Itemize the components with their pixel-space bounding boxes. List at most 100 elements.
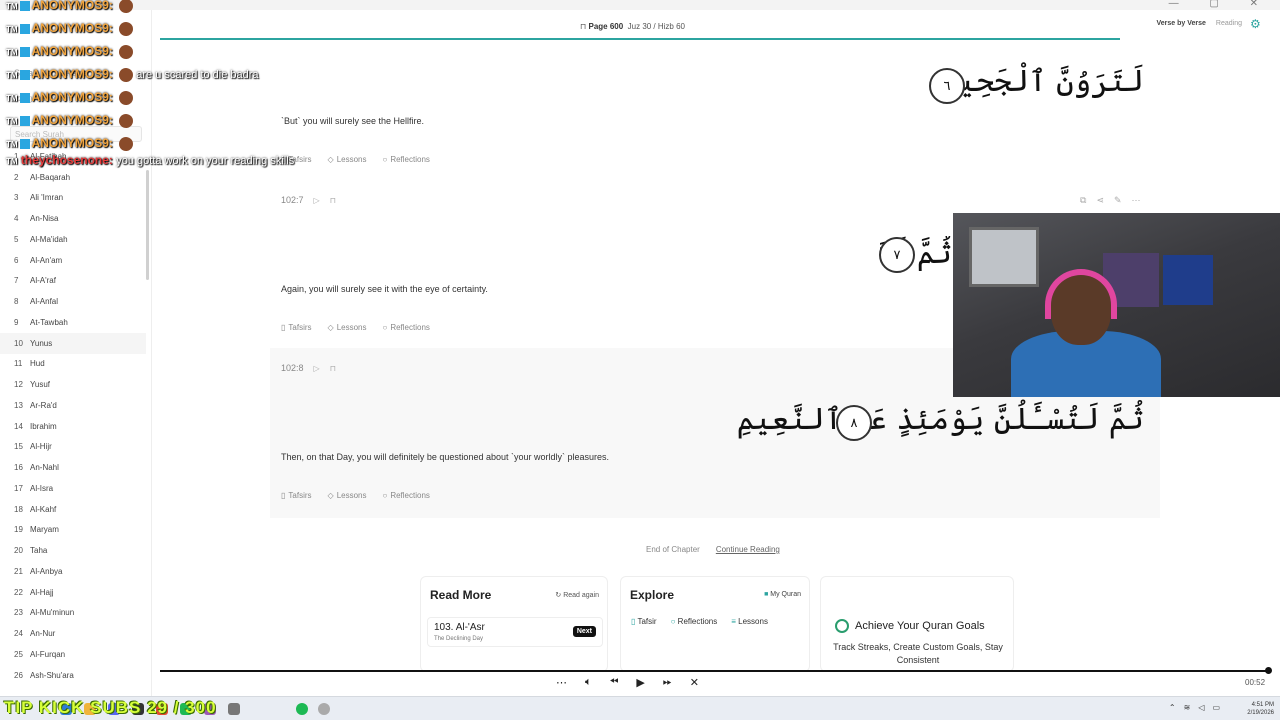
clock[interactable]: 4:51 PM 2/19/2026 xyxy=(1247,701,1274,717)
sidebar-item-an-nahl[interactable]: 16 An-Nahl xyxy=(0,457,146,478)
surah-number: 18 xyxy=(14,504,23,514)
bookmark-icon[interactable]: ⊓ xyxy=(330,196,336,205)
surah-number: 12 xyxy=(14,380,23,390)
tafsirs-link[interactable]: ▯ Tafsirs xyxy=(281,323,312,332)
more-icon[interactable]: ⋯ xyxy=(1132,195,1141,206)
sidebar-item-hud[interactable]: 11 Hud xyxy=(0,354,146,375)
lessons-link[interactable]: ◇ Lessons xyxy=(328,155,367,164)
surah-number: 23 xyxy=(14,608,23,618)
sidebar-item-al-furqan[interactable]: 25 Al-Furqan xyxy=(0,644,146,665)
chat-message: TM ANONYMOS9: xyxy=(6,0,133,13)
sidebar-item-al-an-am[interactable]: 6 Al-An'am xyxy=(0,250,146,271)
emote-icon xyxy=(118,21,133,36)
surah-name: Ar-Ra'd xyxy=(30,400,57,410)
spotify-icon[interactable] xyxy=(296,703,308,715)
more-options-icon[interactable]: ⋯ xyxy=(556,676,567,689)
sidebar-item-al-hajj[interactable]: 22 Al-Hajj xyxy=(0,582,146,603)
next-surah-title: 103. Al-'Asr xyxy=(434,622,485,633)
book-icon: ▯ xyxy=(281,491,286,500)
reflections-link[interactable]: ○ Reflections xyxy=(382,155,429,164)
verse-number[interactable]: 102:8 xyxy=(281,363,304,373)
sidebar-item-at-tawbah[interactable]: 9 At-Tawbah xyxy=(0,312,146,333)
surah-number: 17 xyxy=(14,483,23,493)
volume-icon[interactable]: 🔈︎ xyxy=(585,676,592,689)
rewind-icon[interactable]: ⏪︎ xyxy=(610,676,619,689)
next-surah-item[interactable]: 103. Al-'Asr The Declining Day Next xyxy=(427,617,603,647)
badge-icon: TM xyxy=(6,117,18,126)
sidebar-item-maryam[interactable]: 19 Maryam xyxy=(0,520,146,541)
battery-icon[interactable]: ▭ xyxy=(1212,703,1220,712)
book-icon: ▯ xyxy=(281,323,286,332)
sidebar-item-yunus[interactable]: 10 Yunus xyxy=(0,332,146,354)
sidebar-item-al-anbya[interactable]: 21 Al-Anbya xyxy=(0,561,146,582)
verse-actions-7: ▯ Tafsirs ◇ Lessons ○ Reflections xyxy=(281,323,430,332)
continue-reading-link[interactable]: Continue Reading xyxy=(716,545,780,554)
explore-tafsir[interactable]: ▯ Tafsir xyxy=(631,617,657,626)
verse-tools: ⧉ ⋖ ✎ ⋯ xyxy=(1080,195,1141,206)
surah-name: Taha xyxy=(30,546,48,556)
settings-icon[interactable] xyxy=(318,703,330,715)
verse-number[interactable]: 102:7 xyxy=(281,195,304,205)
surah-name: Al-Kahf xyxy=(30,504,57,514)
lessons-link[interactable]: ◇ Lessons xyxy=(328,323,367,332)
webcam-window xyxy=(969,227,1039,287)
sidebar-item-ibrahim[interactable]: 14 Ibrahim xyxy=(0,416,146,437)
badge-icon: TM xyxy=(6,140,18,149)
audio-progress-bar[interactable] xyxy=(160,670,1270,672)
mode-reading[interactable]: Reading xyxy=(1216,20,1242,27)
goals-subtitle: Track Streaks, Create Custom Goals, Stay… xyxy=(833,642,1003,665)
bookmark-icon[interactable]: ⊓ xyxy=(580,22,586,31)
play-icon[interactable]: ▶ xyxy=(636,676,644,689)
sidebar-item-al-isra[interactable]: 17 Al-Isra xyxy=(0,478,146,499)
lessons-link[interactable]: ◇ Lessons xyxy=(328,491,367,500)
sidebar-item-ash-shu-ara[interactable]: 26 Ash-Shu'ara xyxy=(0,665,146,686)
explore-lessons[interactable]: ≡ Lessons xyxy=(731,617,768,626)
chat-username: ANONYMOS9: xyxy=(31,0,113,12)
fast-forward-icon[interactable]: ⏩︎ xyxy=(663,676,672,689)
read-again-button[interactable]: ↻ Read again xyxy=(555,591,599,599)
edit-icon[interactable]: ✎ xyxy=(1114,195,1122,206)
audio-progress-handle[interactable] xyxy=(1265,667,1272,674)
sidebar-item-al-hijr[interactable]: 15 Al-Hijr xyxy=(0,437,146,458)
mode-verse-by-verse[interactable]: Verse by Verse xyxy=(1156,20,1205,27)
explore-reflections[interactable]: ○ Reflections xyxy=(671,617,718,626)
sidebar-item-al-a-raf[interactable]: 7 Al-A'raf xyxy=(0,271,146,292)
sidebar-item-al-kahf[interactable]: 18 Al-Kahf xyxy=(0,499,146,520)
speaker-icon[interactable]: ◁ xyxy=(1198,703,1204,712)
emote-icon xyxy=(118,136,133,151)
sidebar-item-taha[interactable]: 20 Taha xyxy=(0,540,146,561)
gear-icon[interactable]: ⚙ xyxy=(1250,17,1264,31)
sidebar-item-ali-imran[interactable]: 3 Ali 'Imran xyxy=(0,188,146,209)
verse-translation-6: `But` you will surely see the Hellfire. xyxy=(281,116,425,126)
my-quran-link[interactable]: ■ My Quran xyxy=(764,591,801,598)
bookmark-icon[interactable]: ⊓ xyxy=(330,364,336,373)
reflections-link[interactable]: ○ Reflections xyxy=(382,323,429,332)
chevron-up-icon[interactable]: ⌃ xyxy=(1169,703,1176,712)
play-icon[interactable]: ▷ xyxy=(314,364,320,373)
surah-number: 5 xyxy=(14,234,19,244)
reflections-link[interactable]: ○ Reflections xyxy=(382,491,429,500)
surah-name: An-Nur xyxy=(30,629,56,639)
chat-username: ANONYMOS9: xyxy=(31,136,113,150)
play-icon[interactable]: ▷ xyxy=(314,196,320,205)
sidebar-item-an-nur[interactable]: 24 An-Nur xyxy=(0,623,146,644)
window-controls[interactable]: — ▢ ✕ xyxy=(1169,0,1272,9)
tafsirs-link[interactable]: ▯ Tafsirs xyxy=(281,491,312,500)
share-icon[interactable]: ⋖ xyxy=(1096,195,1104,206)
sidebar-item-al-baqarah[interactable]: 2 Al-Baqarah xyxy=(0,167,146,188)
sidebar-item-al-ma-idah[interactable]: 5 Al-Ma'idah xyxy=(0,229,146,250)
sidebar-item-ar-ra-d[interactable]: 13 Ar-Ra'd xyxy=(0,395,146,416)
wifi-icon[interactable]: ≋ xyxy=(1184,703,1191,712)
goals-card[interactable]: Achieve Your Quran Goals Track Streaks, … xyxy=(820,576,1014,672)
close-icon[interactable]: ✕ xyxy=(690,676,699,689)
sidebar-item-yusuf[interactable]: 12 Yusuf xyxy=(0,374,146,395)
sidebar-item-al-mu-minun[interactable]: 23 Al-Mu'minun xyxy=(0,603,146,624)
sidebar-item-an-nisa[interactable]: 4 An-Nisa xyxy=(0,208,146,229)
card-title: Explore xyxy=(630,588,675,602)
app-icon[interactable] xyxy=(228,703,240,715)
copy-icon[interactable]: ⧉ xyxy=(1080,195,1086,206)
sidebar-item-al-anfal[interactable]: 8 Al-Anfal xyxy=(0,291,146,312)
chat-message: TM ANONYMOS9: xyxy=(6,21,133,36)
explore-chips: ▯ Tafsir ○ Reflections ≡ Lessons xyxy=(631,617,768,626)
sidebar-scrollbar[interactable] xyxy=(146,170,149,280)
